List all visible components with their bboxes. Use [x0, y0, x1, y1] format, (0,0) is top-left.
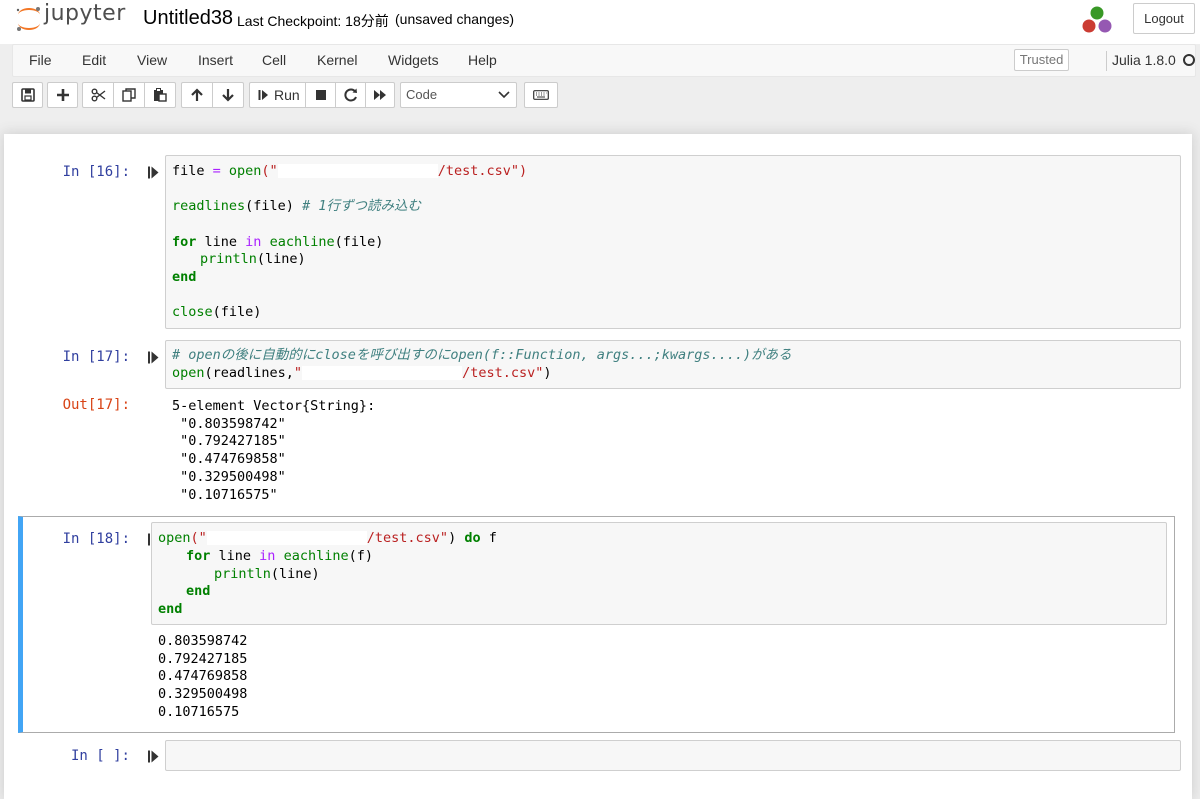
run-label: Run — [274, 87, 300, 103]
cell-output: 5-element Vector{String}: "0.803598742" … — [172, 398, 376, 503]
jupyter-logo-text[interactable]: jupyter — [44, 1, 126, 26]
save-icon — [20, 88, 35, 102]
cell-type-select[interactable]: Code — [400, 82, 517, 108]
run-button[interactable]: Run — [249, 82, 306, 108]
input-prompt: In [ ]: — [70, 748, 130, 764]
code-input[interactable]: open("/test.csv") do f for line in eachl… — [151, 522, 1167, 625]
notebook-container: In [16]: file = open("/test.csv") readli… — [4, 134, 1192, 799]
output-prompt: Out[17]: — [62, 397, 130, 413]
menubar: File Edit View Insert Cell Kernel Widget… — [12, 44, 1196, 77]
code-line: # openの後に自動的にcloseを呼び出すのにopen(f::Functio… — [172, 347, 792, 363]
input-prompt: In [16]: — [62, 164, 130, 180]
code-input[interactable]: # openの後に自動的にcloseを呼び出すのにopen(f::Functio… — [165, 340, 1181, 389]
copy-icon — [122, 88, 136, 102]
run-cell-icon[interactable] — [148, 351, 159, 364]
header: jupyter Untitled38 Last Checkpoint: 18分前… — [0, 0, 1200, 44]
trusted-indicator[interactable]: Trusted — [1014, 49, 1069, 71]
chevron-down-icon — [498, 91, 510, 99]
kernel-idle-icon — [1183, 54, 1195, 66]
logout-button[interactable]: Logout — [1133, 3, 1195, 34]
cell-type-value: Code — [406, 87, 438, 102]
code-line: println(line) — [214, 566, 320, 582]
cell-output: 0.803598742 0.792427185 0.474769858 0.32… — [158, 633, 248, 720]
code-cell-empty[interactable]: In [ ]: — [18, 740, 1181, 776]
code-line: println(line) — [200, 251, 306, 267]
play-step-icon — [258, 90, 268, 100]
restart-button[interactable] — [335, 82, 366, 108]
stop-icon — [315, 90, 326, 100]
code-input[interactable]: file = open("/test.csv") readlines(file)… — [165, 155, 1181, 329]
redacted-path — [302, 366, 463, 380]
menu-view[interactable]: View — [137, 52, 167, 68]
fast-forward-icon — [374, 90, 386, 100]
cut-icon — [91, 88, 105, 102]
code-line: file = open("/test.csv") — [172, 163, 528, 179]
copy-button[interactable] — [113, 82, 145, 108]
paste-icon — [154, 88, 167, 102]
restart-icon — [343, 88, 357, 102]
kernel-name[interactable]: Julia 1.8.0 — [1112, 52, 1176, 68]
input-prompt: In [17]: — [62, 349, 130, 365]
menu-insert[interactable]: Insert — [198, 52, 233, 68]
code-input[interactable] — [165, 740, 1181, 771]
restart-run-all-button[interactable] — [365, 82, 395, 108]
code-cell-17[interactable]: In [17]: # openの後に自動的にcloseを呼び出すのにopen(f… — [18, 339, 1181, 509]
arrow-down-icon — [222, 89, 234, 102]
code-line: end — [172, 269, 197, 285]
last-checkpoint: Last Checkpoint: 18分前 — [237, 13, 389, 29]
menu-file[interactable]: File — [29, 52, 52, 68]
code-line: for line in eachline(f) — [186, 548, 373, 564]
paste-button[interactable] — [144, 82, 176, 108]
arrow-up-icon — [191, 88, 203, 101]
code-line: for line in eachline(file) — [172, 234, 384, 250]
insert-cell-button[interactable] — [47, 82, 78, 108]
menu-cell[interactable]: Cell — [262, 52, 286, 68]
command-palette-button[interactable] — [524, 82, 558, 108]
run-cell-icon[interactable] — [148, 750, 159, 763]
menu-help[interactable]: Help — [468, 52, 497, 68]
code-line: readlines(file) # 1行ずつ読み込む — [172, 198, 421, 214]
code-line: end — [186, 583, 211, 599]
move-down-button[interactable] — [212, 82, 244, 108]
kernel-separator — [1106, 51, 1107, 71]
code-line: open(readlines,"/test.csv") — [172, 365, 552, 381]
redacted-path — [277, 164, 438, 178]
autosave-status: (unsaved changes) — [395, 11, 515, 27]
code-line: open("/test.csv") do f — [158, 530, 497, 546]
code-line: end — [158, 601, 183, 617]
notebook-name[interactable]: Untitled38 — [143, 7, 233, 30]
menu-kernel[interactable]: Kernel — [317, 52, 357, 68]
cut-button[interactable] — [82, 82, 114, 108]
redacted-path — [206, 531, 367, 545]
menu-widgets[interactable]: Widgets — [388, 52, 439, 68]
save-button[interactable] — [12, 82, 43, 108]
julia-logo-icon — [1082, 6, 1112, 33]
plus-icon — [56, 89, 69, 101]
menu-edit[interactable]: Edit — [82, 52, 106, 68]
keyboard-icon — [533, 90, 549, 100]
code-cell-18[interactable]: In [18]: open("/test.csv") do f for line… — [18, 516, 1175, 733]
code-line: close(file) — [172, 304, 262, 320]
interrupt-button[interactable] — [305, 82, 336, 108]
code-cell-16[interactable]: In [16]: file = open("/test.csv") readli… — [18, 154, 1181, 332]
move-up-button[interactable] — [181, 82, 213, 108]
run-cell-icon[interactable] — [148, 166, 159, 179]
input-prompt: In [18]: — [62, 531, 130, 547]
